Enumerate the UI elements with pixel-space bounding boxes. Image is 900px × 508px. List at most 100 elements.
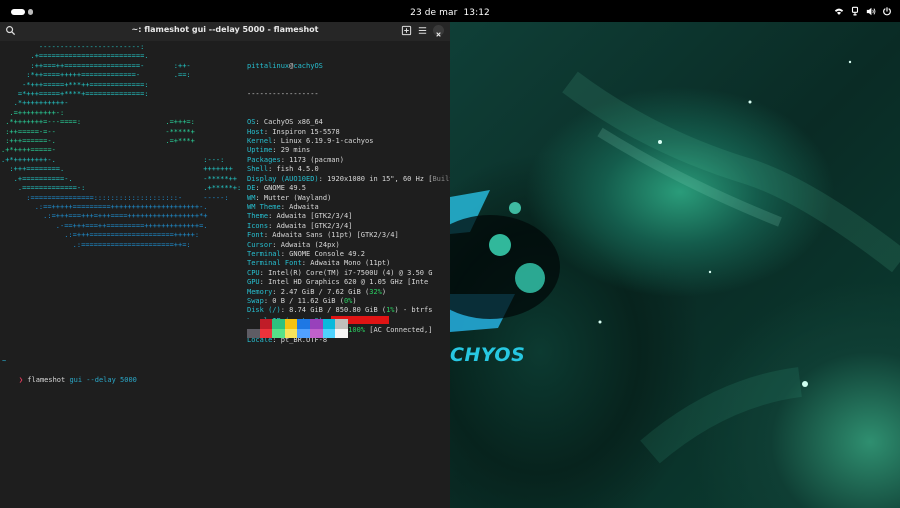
info-key: CPU [247,268,260,277]
info-value: Adwaita [GTK2/3/4] [276,212,353,221]
info-key: Kernel [247,137,273,146]
info-value: Adwaita Mono (11pt) [310,259,391,268]
logo-line: :===============::::::::::::::::::::- --… [1,193,229,202]
info-value: Adwaita [289,202,319,211]
info-row: OS: CachyOS x86_64 [247,118,323,127]
info-row: Font: Adwaita Sans (11pt) [GTK2/3/4] [247,231,399,240]
info-key: Uptime [247,146,273,155]
color-palette [247,319,348,338]
power-icon [883,7,891,16]
info-key: Display (AUO10ED) [247,174,319,183]
info-key: Packages [247,155,281,164]
info-value: [AC Connected,] [365,326,433,335]
info-value-tail: ) [352,296,357,305]
info-key: Terminal [247,249,281,258]
info-row: CPU: Intel(R) Core(TM) i7-7500U (4) @ 3.… [247,268,433,277]
info-key: Swap [247,296,264,305]
info-percent: 100% [348,326,366,335]
info-row: Host: Inspiron 15-5578 [247,127,340,136]
logo-line: .:==+++++=========+++++++++++++++++++++-… [1,202,208,211]
info-row: Shell: fish 4.5.0 [247,165,319,174]
info-value-tail: ) [381,287,387,296]
info-key: Disk (/) [247,306,281,315]
system-info: pittalinux@cachyOS ----------------- OS:… [247,43,470,345]
wallpaper-art [450,60,900,464]
info-key: Host [247,127,264,136]
palette-swatch [309,328,323,338]
logo-line: .*++++++++++- [1,99,69,108]
info-row: Kernel: Linux 6.19.9-1-cachyos [247,137,374,146]
info-key: WM [247,193,256,202]
clock-time: 13:12 [463,8,490,18]
new-tab-icon[interactable] [401,25,412,36]
info-row: Cursor: Adwaita (24px) [247,240,340,249]
info-value: 1920x1080 in 15", 60 Hz [ [327,174,433,183]
palette-swatch [335,328,348,338]
info-value: 29 mins [280,146,311,155]
logo-line: .=============-: .+*****+: [1,184,242,193]
tray-app-icon [851,6,859,16]
info-value: GNOME 49.5 [263,184,307,193]
palette-swatch [322,319,336,329]
top-bar: 23 de mar 13:12 [0,0,900,24]
wifi-icon [834,8,844,15]
menu-icon[interactable] [417,25,428,36]
info-row: Terminal: GNOME Console 49.2 [247,249,366,258]
prompt-symbol: ❯ [18,375,24,384]
info-row: Memory: 2.47 GiB / 7.62 GiB (32%) [247,287,387,296]
info-key: Cursor [247,240,273,249]
logo-line: :+++======-. .=+***+ [1,137,195,146]
logo-line: -*+++=====+***++=============: [1,80,149,89]
palette-swatch [247,328,260,338]
info-value-tail: ) - btrfs [394,306,433,315]
shell-prompt[interactable]: ~ ❯ flameshot gui --delay 5000 [2,338,137,394]
info-value: Linux 6.19.9-1-cachyos [280,137,374,146]
info-key: Theme [247,212,269,221]
wallpaper-brand: CHYOS [450,344,526,366]
terminal-header[interactable]: ~: flameshot gui --delay 5000 - flamesho… [0,22,450,41]
info-value: Adwaita [GTK2/3/4] [276,221,353,230]
info-value: Adwaita Sans (11pt) [GTK2/3/4] [272,231,399,240]
info-row: Terminal Font: Adwaita Mono (11pt) [247,259,391,268]
info-value: 2.47 GiB / 7.62 GiB ( [280,287,370,296]
info-row: Packages: 1173 (pacman) [247,155,344,164]
close-button[interactable] [433,25,444,37]
logo-line: .:======================++=: [1,240,191,249]
info-value: 1173 (pacman) [289,155,344,164]
logo-line: .:=+++====================+++++: [1,231,200,240]
terminal-window[interactable]: ~: flameshot gui --delay 5000 - flamesho… [0,22,470,508]
desktop-wallpaper: CHYOS [450,22,900,508]
info-value: CachyOS x86_64 [263,118,323,127]
logo-line: .+*++++++++-. :---: [1,155,225,164]
logo-line: :+++========. +++++++ [1,165,233,174]
palette-swatch [309,319,323,329]
logo-line: .+==========-. -*****++ [1,174,238,183]
info-value: fish 4.5.0 [276,165,319,174]
system-tray[interactable] [834,6,892,17]
info-row: WM: Mutter (Wayland) [247,193,332,202]
volume-icon [866,7,876,16]
info-key: Terminal Font [247,259,302,268]
palette-swatch [297,319,310,329]
close-icon [436,32,441,37]
info-value: GNOME Console 49.2 [289,249,366,258]
info-row: WM Theme: Adwaita [247,202,319,211]
info-key: Memory [247,287,273,296]
palette-swatch [259,328,273,338]
palette-swatch [284,328,298,338]
info-row: GPU: Intel HD Graphics 620 @ 1.05 GHz [I… [247,278,429,287]
info-key: DE [247,184,256,193]
info-key: Shell [247,165,269,174]
info-key: GPU [247,278,260,287]
palette-swatch [259,319,273,329]
info-key: Icons [247,221,269,230]
palette-swatch [284,319,298,329]
palette-swatch [297,328,310,338]
logo-line: .:=+++===+++=+++====+++++++++++++++++*+ [1,212,208,221]
logo-line: =*+++=====+****+==============: [1,90,149,99]
info-row: Theme: Adwaita [GTK2/3/4] [247,212,353,221]
logo-line: .*+++++++=---====: .=+++=: [1,118,195,127]
info-row: Disk (/): 8.74 GiB / 850.80 GiB (1%) - b… [247,306,433,315]
info-value: Intel(R) Core(TM) i7-7500U (4) @ 3.50 G [268,268,433,277]
logo-line: ------------------------: [1,43,145,51]
